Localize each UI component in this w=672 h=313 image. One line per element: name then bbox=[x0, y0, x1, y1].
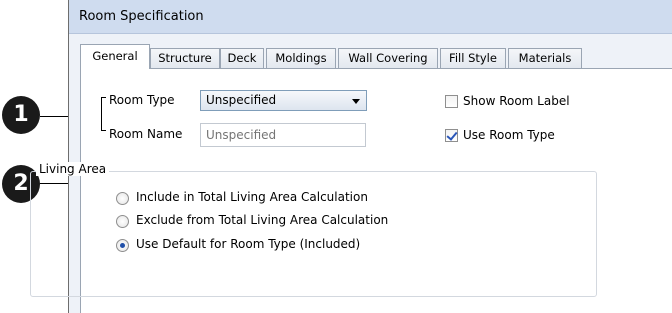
tab-general[interactable]: General bbox=[80, 44, 150, 69]
room-name-field[interactable] bbox=[200, 123, 366, 147]
exclude-living-area-label[interactable]: Exclude from Total Living Area Calculati… bbox=[136, 213, 388, 227]
use-default-living-area-radio[interactable] bbox=[116, 239, 129, 252]
room-type-value: Unspecified bbox=[206, 93, 277, 107]
show-room-label-label[interactable]: Show Room Label bbox=[463, 94, 570, 108]
dropdown-arrow-icon bbox=[352, 99, 360, 104]
tab-deck[interactable]: Deck bbox=[220, 48, 264, 68]
tab-materials[interactable]: Materials bbox=[508, 48, 582, 68]
include-living-area-label[interactable]: Include in Total Living Area Calculation bbox=[136, 190, 368, 204]
tab-fill-style[interactable]: Fill Style bbox=[440, 48, 506, 68]
include-living-area-radio[interactable] bbox=[116, 192, 129, 205]
tab-structure[interactable]: Structure bbox=[150, 48, 220, 68]
title-bar: Room Specification bbox=[69, 0, 672, 34]
tab-moldings[interactable]: Moldings bbox=[266, 48, 336, 68]
tab-wall-covering[interactable]: Wall Covering bbox=[338, 48, 438, 68]
room-name-label: Room Name bbox=[109, 127, 183, 141]
dialog-title: Room Specification bbox=[79, 9, 204, 24]
room-type-select[interactable]: Unspecified bbox=[200, 90, 367, 111]
exclude-living-area-radio[interactable] bbox=[116, 215, 129, 228]
bracket-bottom-tick bbox=[101, 130, 106, 131]
use-room-type-label[interactable]: Use Room Type bbox=[463, 128, 555, 142]
living-area-label: Living Area bbox=[36, 162, 110, 176]
callout-1: 1 bbox=[2, 96, 40, 134]
room-name-input[interactable] bbox=[206, 125, 356, 145]
bracket-top-tick bbox=[101, 97, 106, 98]
show-room-label-checkbox[interactable] bbox=[445, 95, 458, 108]
use-default-living-area-label[interactable]: Use Default for Room Type (Included) bbox=[136, 237, 360, 251]
use-room-type-checkbox[interactable] bbox=[445, 129, 458, 142]
room-type-label: Room Type bbox=[109, 93, 175, 107]
room-fields-bracket bbox=[101, 97, 102, 130]
